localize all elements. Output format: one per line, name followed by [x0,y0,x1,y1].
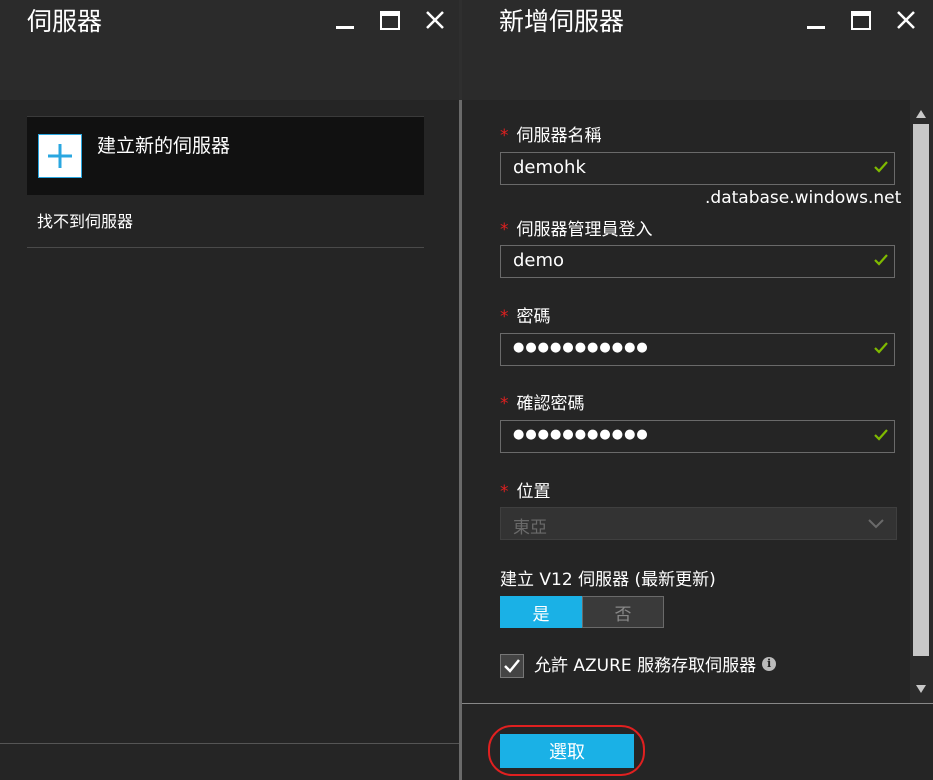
valid-check-icon [874,429,888,441]
admin-login-label: * 伺服器管理員登入 [500,220,653,240]
blade-title: 伺服器 [27,7,103,36]
chevron-down-icon [868,519,884,529]
divider [462,703,933,704]
scroll-up-icon[interactable] [916,110,926,118]
blade-title: 新增伺服器 [499,7,625,36]
scrollbar-thumb[interactable] [913,124,929,656]
close-icon[interactable] [892,6,920,34]
plus-icon [38,134,82,178]
create-new-server-label: 建立新的伺服器 [97,135,231,157]
password-label: * 密碼 [500,307,551,327]
location-label: * 位置 [500,482,551,502]
server-not-found-link[interactable]: 找不到伺服器 [37,208,133,232]
allow-azure-checkbox[interactable] [500,654,524,678]
required-marker: * [500,307,509,327]
required-marker: * [500,220,509,240]
required-marker: * [500,126,509,146]
location-value: 東亞 [513,518,547,538]
close-icon[interactable] [421,6,449,34]
v12-no-option[interactable]: 否 [582,596,664,628]
highlight-annotation [488,725,645,776]
valid-check-icon [874,254,888,266]
server-name-value: demohk [513,157,586,178]
new-server-header: 新增伺服器 [462,0,933,100]
allow-azure-label: 允許 AZURE 服務存取伺服器 [534,656,757,676]
checkmark-icon [504,659,520,673]
admin-login-value: demo [513,250,565,271]
blade-splitter-border [459,100,462,780]
server-name-input[interactable]: demohk [500,152,895,185]
password-value: ●●●●●●●●●●● [513,340,649,355]
password-input[interactable]: ●●●●●●●●●●● [500,333,895,366]
divider [27,247,424,248]
server-name-label: * 伺服器名稱 [500,126,602,146]
location-select[interactable]: 東亞 [500,507,897,540]
scroll-down-icon[interactable] [916,685,926,693]
confirm-password-value: ●●●●●●●●●●● [513,427,649,442]
divider [0,743,459,744]
minimize-icon[interactable] [331,6,359,34]
minimize-icon[interactable] [802,6,830,34]
create-new-server-button[interactable]: 建立新的伺服器 [27,116,424,195]
valid-check-icon [874,161,888,173]
required-marker: * [500,394,509,414]
v12-yes-option[interactable]: 是 [500,596,582,628]
maximize-icon[interactable] [847,6,875,34]
server-domain-suffix: .database.windows.net [705,188,902,208]
admin-login-input[interactable]: demo [500,245,895,278]
confirm-password-label: * 確認密碼 [500,394,585,414]
maximize-icon[interactable] [376,6,404,34]
valid-check-icon [874,342,888,354]
server-list-header: 伺服器 [0,0,459,100]
info-icon[interactable]: i [762,656,777,671]
confirm-password-input[interactable]: ●●●●●●●●●●● [500,420,895,453]
required-marker: * [500,482,509,502]
v12-label: 建立 V12 伺服器 (最新更新) [500,570,716,590]
allow-azure-row: 允許 AZURE 服務存取伺服器 i [534,651,777,676]
